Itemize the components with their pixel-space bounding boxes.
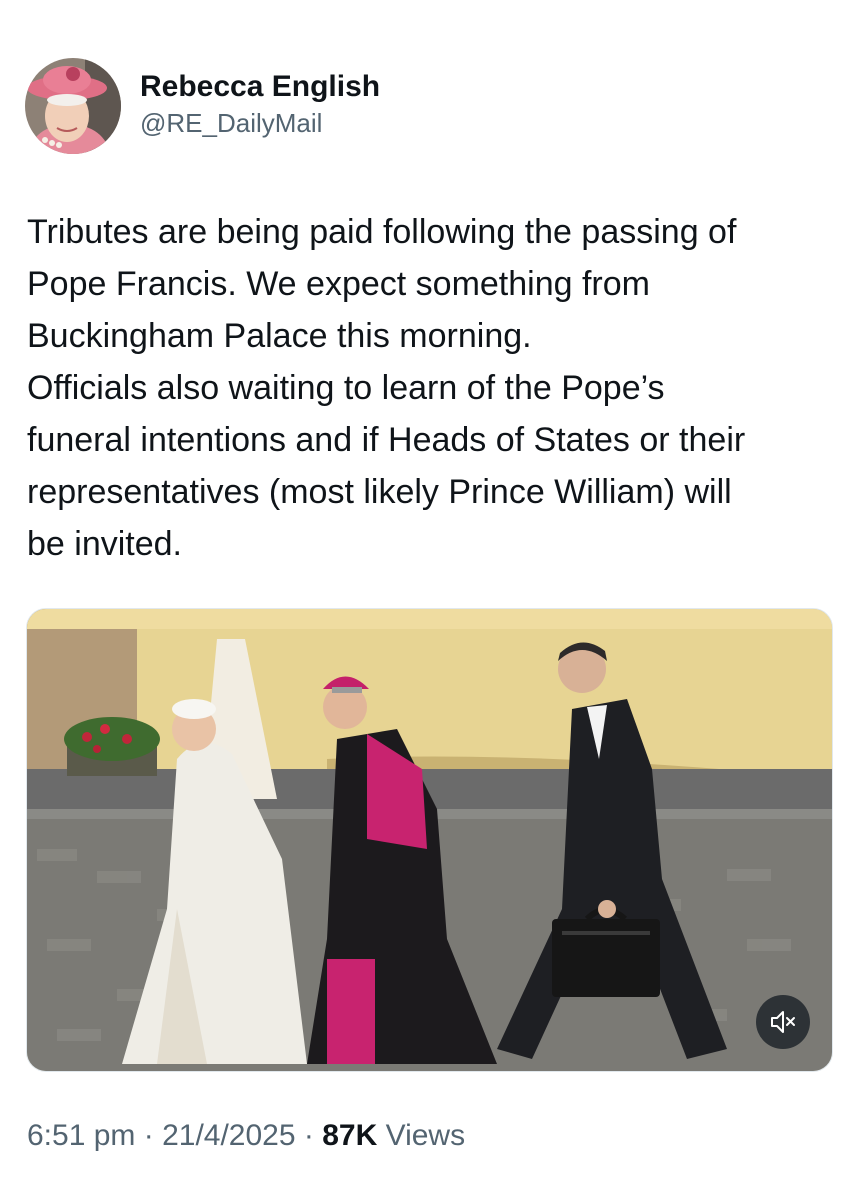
tweet-text: Tributes are being paid following the pa… [27, 206, 827, 570]
views-label: Views [377, 1119, 466, 1152]
meta-separator: · [295, 1119, 323, 1152]
author-display-name[interactable]: Rebecca English [140, 68, 380, 106]
tweet-time[interactable]: 6:51 pm [27, 1119, 135, 1152]
speaker-muted-icon [771, 1011, 795, 1033]
author-info: Rebecca English @RE_DailyMail [140, 68, 380, 140]
tweet-video[interactable] [26, 608, 833, 1072]
meta-separator: · [135, 1119, 163, 1152]
tweet-text-line: Pope Francis. We expect something from [27, 265, 650, 303]
tweet-date[interactable]: 21/4/2025 [162, 1119, 295, 1152]
author-handle[interactable]: @RE_DailyMail [140, 106, 380, 140]
views-count[interactable]: 87K [322, 1119, 377, 1152]
mute-button[interactable] [756, 995, 810, 1049]
tweet-text-line: be invited. [27, 525, 182, 563]
tweet: Rebecca English @RE_DailyMail Tributes a… [0, 0, 857, 1200]
video-frame [27, 609, 832, 1071]
author-avatar[interactable] [25, 58, 121, 154]
avatar-image [25, 58, 121, 154]
tweet-text-line: representatives (most likely Prince Will… [27, 473, 732, 511]
tweet-text-line: Tributes are being paid following the pa… [27, 213, 737, 251]
tweet-text-line: Officials also waiting to learn of the P… [27, 369, 665, 407]
tweet-text-line: Buckingham Palace this morning. [27, 317, 532, 355]
tweet-meta: 6:51 pm · 21/4/2025 · 87K Views [27, 1116, 465, 1156]
tweet-text-line: funeral intentions and if Heads of State… [27, 421, 746, 459]
